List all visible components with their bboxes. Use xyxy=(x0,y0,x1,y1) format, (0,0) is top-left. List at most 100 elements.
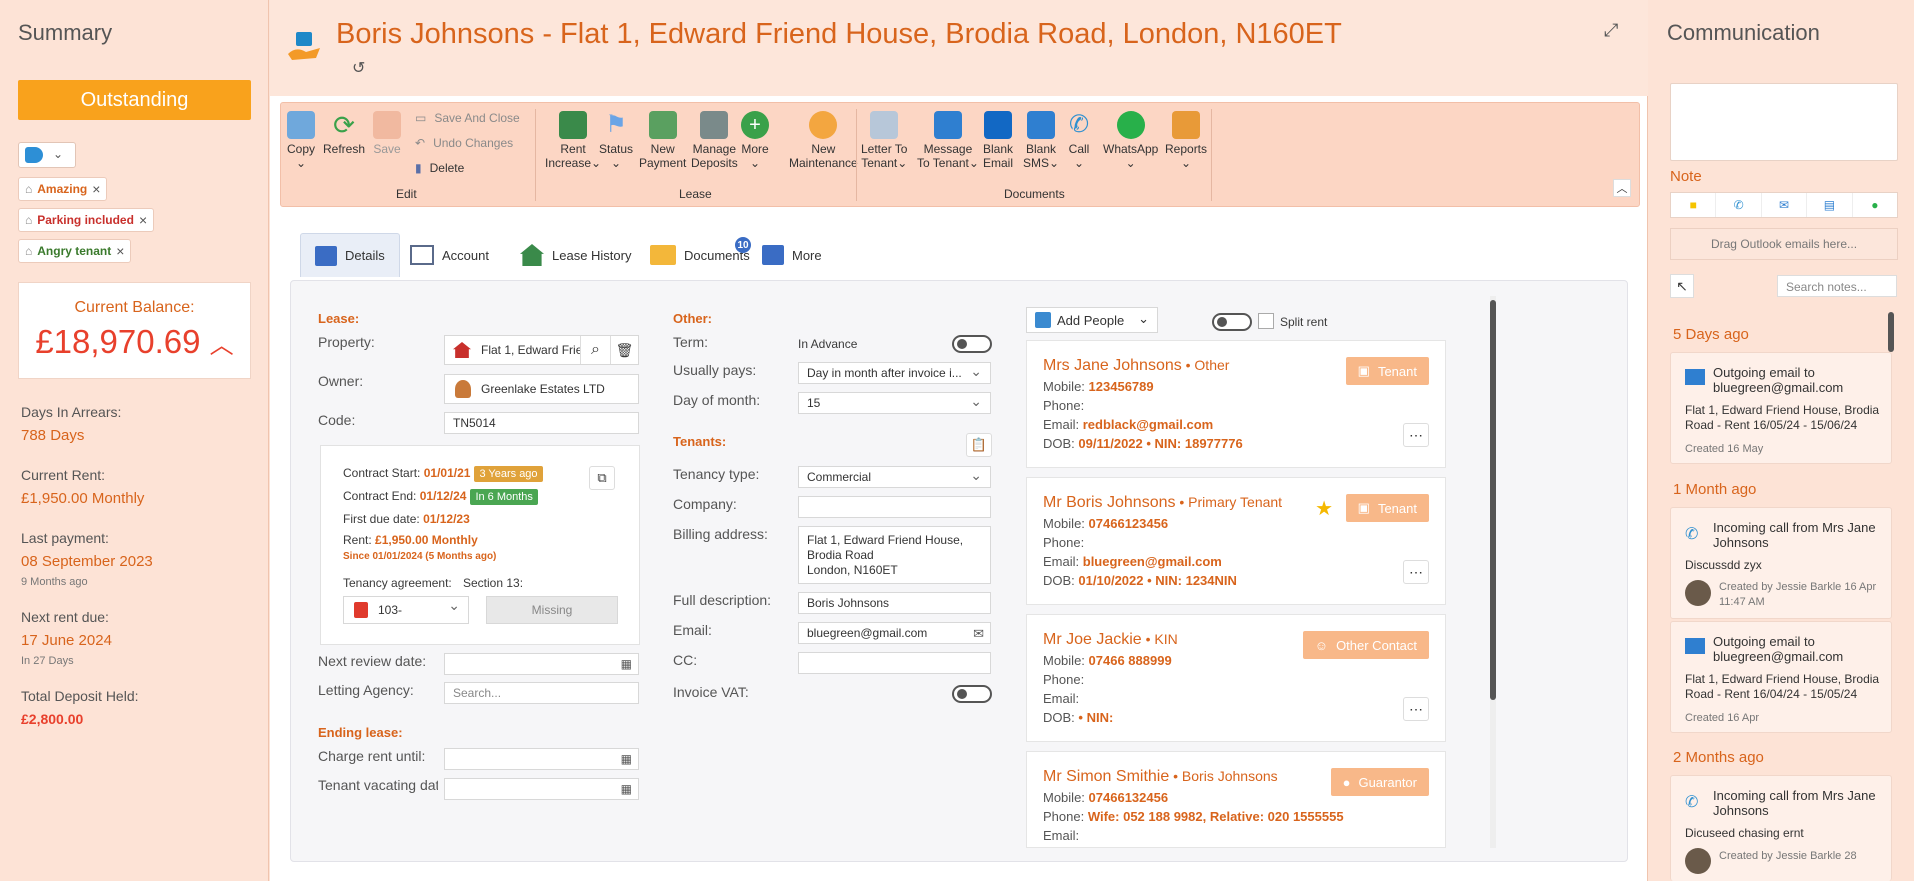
history-icon[interactable]: ↺ xyxy=(352,58,365,78)
vacating-date[interactable] xyxy=(444,778,639,800)
agreement-select[interactable]: 103- xyxy=(343,596,469,624)
open-external-icon[interactable]: ⧉ xyxy=(589,466,615,490)
owner-field[interactable]: Greenlake Estates LTD xyxy=(444,374,639,404)
tab-documents[interactable]: Documents 10 xyxy=(636,233,764,277)
split-rent-checkbox[interactable] xyxy=(1258,313,1274,329)
tab-lease-history[interactable]: Lease History xyxy=(506,233,645,277)
tag-label: Angry tenant xyxy=(37,244,112,258)
star-icon[interactable]: ★ xyxy=(1315,496,1333,521)
tab-details[interactable]: Details xyxy=(300,233,400,277)
cc-label: CC: xyxy=(673,652,698,668)
search-notes-input[interactable]: Search notes... xyxy=(1777,275,1897,297)
comm-item[interactable]: ✆ Incoming call from Mrs Jane Johnsons D… xyxy=(1670,507,1892,619)
status-banner[interactable]: Outstanding xyxy=(18,80,251,120)
whatsapp-button[interactable]: WhatsApp ⌄ xyxy=(1103,111,1158,170)
cc-input[interactable] xyxy=(798,652,991,674)
tag-amazing[interactable]: ⌂ Amazing × xyxy=(18,177,108,201)
new-payment-button[interactable]: New Payment xyxy=(639,111,686,170)
more-options-button[interactable]: ⋯ xyxy=(1403,423,1429,447)
blank-email-button[interactable]: Blank Email xyxy=(983,111,1013,170)
clipboard-copy-icon[interactable]: 📋 xyxy=(966,433,992,457)
tenancy-type-select[interactable]: Commercial xyxy=(798,466,991,488)
refresh-button[interactable]: ⟳ Refresh xyxy=(323,111,365,156)
save-close-button[interactable]: ▭ Save And Close xyxy=(415,111,520,125)
title-bar: Boris Johnsons - Flat 1, Edward Friend H… xyxy=(270,0,1648,96)
more-options-button[interactable]: ⋯ xyxy=(1403,560,1429,584)
code-label: Code: xyxy=(318,412,356,428)
undo-button[interactable]: ↶ Undo Changes xyxy=(415,136,513,150)
code-field[interactable]: TN5014 xyxy=(444,412,639,434)
drag-outlook-zone[interactable]: Drag Outlook emails here... xyxy=(1670,228,1898,260)
split-rent-toggle[interactable] xyxy=(1212,313,1252,331)
ending-heading: Ending lease: xyxy=(318,725,403,740)
phone-icon[interactable]: ✆ xyxy=(1716,193,1762,217)
comm-item[interactable]: Outgoing email to bluegreen@gmail.com Fl… xyxy=(1670,352,1892,464)
more-options-button[interactable]: ⋯ xyxy=(1403,697,1429,721)
save-button[interactable]: Save xyxy=(373,111,401,156)
lease-heading: Lease: xyxy=(318,311,360,326)
tag-dropdown[interactable]: ⌄ xyxy=(18,142,76,168)
call-button[interactable]: ✆ Call ⌄ xyxy=(1065,111,1093,171)
blank-sms-button[interactable]: Blank SMS⌄ xyxy=(1023,111,1059,170)
comm-item[interactable]: ✆ Incoming call from Mrs Jane Johnsons D… xyxy=(1670,775,1892,881)
tag-parking[interactable]: ⌂ Parking included × xyxy=(18,208,155,232)
contact-icon: ☺ xyxy=(1314,637,1329,653)
more-lease-button[interactable]: + More ⌄ xyxy=(741,111,769,170)
collapse-ribbon-icon[interactable]: ︿ xyxy=(1613,179,1631,197)
trash-icon[interactable]: 🗑 xyxy=(610,336,638,364)
reports-button[interactable]: Reports ⌄ xyxy=(1165,111,1207,170)
rent-increase-button[interactable]: Rent Increase⌄ xyxy=(545,111,601,170)
email-icon[interactable]: ✉ xyxy=(1762,193,1808,217)
vat-toggle[interactable] xyxy=(952,685,992,703)
charge-until-date[interactable] xyxy=(444,748,639,770)
letting-search-input[interactable]: Search... xyxy=(444,682,639,704)
search-icon[interactable]: ⌕ xyxy=(580,336,610,364)
role-badge[interactable]: ● Guarantor xyxy=(1330,768,1429,796)
letter-button[interactable]: Letter To Tenant⌄ xyxy=(861,111,907,170)
remove-tag-icon[interactable]: × xyxy=(92,181,100,197)
expand-icon[interactable]: ⤢ xyxy=(1604,20,1618,41)
remove-tag-icon[interactable]: × xyxy=(116,243,124,259)
comm-scroll-thumb[interactable] xyxy=(1888,312,1894,352)
tab-account[interactable]: Account xyxy=(396,233,503,277)
role-badge[interactable]: ☺ Other Contact xyxy=(1302,631,1429,659)
message-button[interactable]: Message To Tenant⌄ xyxy=(917,111,979,170)
whatsapp-icon[interactable]: ● xyxy=(1853,193,1897,217)
sticky-note-icon[interactable]: ■ xyxy=(1671,193,1717,217)
section13-status[interactable]: Missing xyxy=(486,596,618,624)
comm-item[interactable]: Outgoing email to bluegreen@gmail.com Fl… xyxy=(1670,621,1892,733)
full-desc-input[interactable]: Boris Johnsons xyxy=(798,592,991,614)
dom-select[interactable]: 15 xyxy=(798,392,991,414)
billing-address-input[interactable]: Flat 1, Edward Friend House, Brodia Road L… xyxy=(798,526,991,584)
arrow-up-left-icon[interactable]: ↖ xyxy=(1670,274,1694,298)
remove-tag-icon[interactable]: × xyxy=(139,212,147,228)
add-people-button[interactable]: Add People ⌄ xyxy=(1026,307,1158,333)
email-input[interactable]: bluegreen@gmail.com ✉ xyxy=(798,622,991,644)
person-card[interactable]: Mr Simon Smithie • Boris Johnsons ● Guara… xyxy=(1026,751,1446,848)
person-card[interactable]: Mr Boris Johnsons • Primary Tenant ★ ▣ Te… xyxy=(1026,477,1446,605)
section-2-months: 2 Months ago xyxy=(1673,749,1764,766)
role-badge[interactable]: ▣ Tenant xyxy=(1345,494,1429,522)
tab-more[interactable]: More xyxy=(748,233,836,277)
manage-deposits-button[interactable]: Manage Deposits xyxy=(691,111,738,170)
chat-icon[interactable]: ▤ xyxy=(1807,193,1853,217)
person-card[interactable]: Mr Joe Jackie • KIN ☺ Other Contact Mobil… xyxy=(1026,614,1446,742)
person-card[interactable]: Mrs Jane Johnsons • Other ▣ Tenant Mobile… xyxy=(1026,340,1446,468)
role-badge[interactable]: ▣ Tenant xyxy=(1345,357,1429,385)
chevron-up-icon[interactable]: ︿ xyxy=(210,332,234,359)
copy-icon xyxy=(287,111,315,139)
term-toggle[interactable] xyxy=(952,335,992,353)
next-review-date[interactable] xyxy=(444,653,639,675)
company-input[interactable] xyxy=(798,496,991,518)
status-button[interactable]: ⚑ Status ⌄ xyxy=(599,111,633,171)
note-input[interactable] xyxy=(1670,83,1898,161)
current-rent: £1,950.00 Monthly xyxy=(21,490,145,507)
people-scrollbar[interactable] xyxy=(1490,296,1496,848)
new-maintenance-button[interactable]: New Maintenance xyxy=(789,111,858,170)
copy-button[interactable]: Copy ⌄ xyxy=(287,111,315,170)
usually-pays-select[interactable]: Day in month after invoice i... xyxy=(798,362,991,384)
first-due: First due date: 01/12/23 xyxy=(343,512,470,526)
delete-button[interactable]: ▮ Delete xyxy=(415,161,464,175)
tag-angry[interactable]: ⌂ Angry tenant × xyxy=(18,239,132,263)
envelope-icon[interactable]: ✉ xyxy=(973,626,984,642)
